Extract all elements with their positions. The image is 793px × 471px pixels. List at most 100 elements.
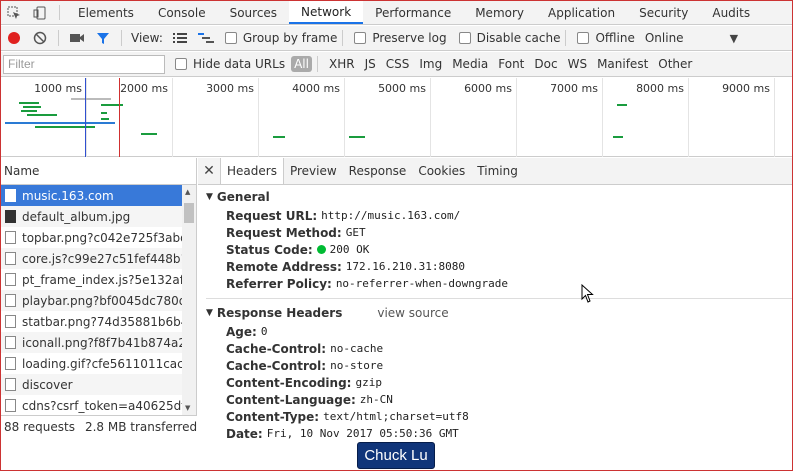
tab-elements[interactable]: Elements (66, 1, 146, 24)
timeline-overview[interactable]: 1000 ms 2000 ms 3000 ms 4000 ms 5000 ms 6000 … (1, 78, 792, 157)
header-value: http://music.163.com/ (321, 209, 461, 222)
scroll-down-icon[interactable]: ▼ (185, 404, 190, 412)
close-details-icon[interactable]: ✕ (198, 158, 220, 184)
request-row[interactable]: default_album.jpg (1, 206, 182, 227)
filter-separator (316, 56, 318, 72)
header-value: Fri, 10 Nov 2017 05:50:36 GMT (266, 427, 459, 440)
filter-type-other[interactable]: Other (658, 57, 692, 71)
header-key: Date: (226, 426, 263, 441)
details-tab-response[interactable]: Response (343, 158, 413, 184)
filter-type-xhr[interactable]: XHR (329, 57, 355, 71)
request-row[interactable]: discover (1, 374, 182, 395)
request-details-panel: ✕ Headers Preview Response Cookies Timing ▼ … (198, 158, 792, 441)
filter-bar: Hide data URLs All XHR JS CSS Img Media Font D… (1, 52, 792, 77)
response-headers-section-header[interactable]: ▼ Response Headers view source (206, 303, 792, 323)
filter-type-js[interactable]: JS (365, 57, 376, 71)
details-tab-preview[interactable]: Preview (284, 158, 343, 184)
details-tab-timing[interactable]: Timing (471, 158, 524, 184)
clear-icon[interactable] (27, 27, 53, 49)
view-source-link[interactable]: view source (377, 306, 448, 320)
request-name: statbar.png?74d35881b6b4fab (22, 314, 182, 329)
general-section-header[interactable]: ▼ General (206, 187, 792, 207)
document-file-icon (5, 336, 16, 349)
header-row: Cache-Control: no-cache (206, 340, 792, 357)
request-row[interactable]: iconall.png?f8f7b41b874a22f6 (1, 332, 182, 353)
timeline-gridline (430, 78, 431, 157)
group-by-frame-checkbox[interactable]: Group by frame (224, 31, 337, 45)
timeline-label: 4000 ms (292, 82, 340, 95)
section-divider (206, 298, 792, 299)
filter-funnel-icon[interactable] (90, 27, 116, 49)
large-rows-icon[interactable] (167, 27, 193, 49)
details-tab-cookies[interactable]: Cookies (412, 158, 471, 184)
tab-separator (59, 5, 60, 20)
filter-input[interactable] (3, 54, 165, 74)
tab-audits[interactable]: Audits (700, 1, 762, 24)
request-name: loading.gif?cfe5611011cacb1d (22, 356, 182, 371)
filter-type-doc[interactable]: Doc (534, 57, 557, 71)
details-tab-headers[interactable]: Headers (220, 158, 284, 184)
throttle-dropdown-arrow-icon[interactable]: ▼ (730, 32, 738, 45)
request-row[interactable]: playbar.png?bf0045dc780de05 (1, 290, 182, 311)
request-row[interactable]: core.js?c99e27c51fef448b1272 (1, 248, 182, 269)
offline-checkbox[interactable]: Offline (577, 31, 635, 45)
disable-cache-checkbox[interactable]: Disable cache (458, 31, 560, 45)
filter-type-font[interactable]: Font (498, 57, 524, 71)
header-row: Remote Address: 172.16.210.31:8080 (206, 258, 792, 275)
timeline-label: 3000 ms (206, 82, 254, 95)
record-icon[interactable] (1, 27, 27, 49)
general-title: General (216, 190, 270, 204)
header-value: GET (345, 226, 366, 239)
filter-type-all[interactable]: All (291, 56, 312, 72)
filter-type-manifest[interactable]: Manifest (597, 57, 648, 71)
document-file-icon (5, 189, 16, 202)
request-list-scrollbar[interactable]: ▲ ▼ (182, 185, 196, 415)
inspect-element-icon[interactable] (1, 1, 27, 24)
filter-type-css[interactable]: CSS (386, 57, 410, 71)
tab-performance[interactable]: Performance (363, 1, 463, 24)
request-row[interactable]: loading.gif?cfe5611011cacb1d (1, 353, 182, 374)
scroll-up-icon[interactable]: ▲ (185, 188, 190, 196)
expand-triangle-icon: ▼ (206, 192, 213, 202)
hide-data-urls-checkbox[interactable]: Hide data URLs (175, 57, 285, 71)
timeline-gridline (688, 78, 689, 157)
transferred-size: 2.8 MB transferred (84, 419, 197, 434)
timeline-label: 6000 ms (464, 82, 512, 95)
tab-security[interactable]: Security (627, 1, 700, 24)
name-column-header[interactable]: Name (1, 158, 196, 185)
tab-memory[interactable]: Memory (463, 1, 536, 24)
request-row[interactable]: music.163.com (1, 185, 182, 206)
filter-type-media[interactable]: Media (452, 57, 488, 71)
timeline-gridline (602, 78, 603, 157)
request-row[interactable]: cdns?csrf_token=a40625dfbe8 (1, 395, 182, 415)
header-value: no-store (330, 359, 384, 372)
header-key: Content-Language: (226, 392, 356, 407)
screenshot-camera-icon[interactable] (64, 27, 90, 49)
chuck-lu-button[interactable]: Chuck Lu (357, 442, 435, 469)
tab-sources[interactable]: Sources (218, 1, 289, 24)
waterfall-overview-icon[interactable] (193, 27, 219, 49)
header-value: no-referrer-when-downgrade (335, 277, 508, 290)
timeline-label: 2000 ms (120, 82, 168, 95)
request-row[interactable]: pt_frame_index.js?5e132af6f24 (1, 269, 182, 290)
header-value: no-cache (330, 342, 384, 355)
request-name: playbar.png?bf0045dc780de05 (22, 293, 182, 308)
preserve-log-checkbox[interactable]: Preserve log (354, 31, 447, 45)
header-row: Content-Encoding: gzip (206, 374, 792, 391)
request-row[interactable]: statbar.png?74d35881b6b4fab (1, 311, 182, 332)
throttle-select[interactable]: Online (645, 31, 684, 45)
device-toolbar-icon[interactable] (27, 1, 53, 24)
checkbox-box (354, 32, 367, 44)
timeline-gridline (86, 78, 87, 157)
request-row[interactable]: topbar.png?c042e725f3abd2b (1, 227, 182, 248)
tab-application[interactable]: Application (536, 1, 627, 24)
filter-type-img[interactable]: Img (419, 57, 442, 71)
filter-type-ws[interactable]: WS (568, 57, 587, 71)
header-row: Date: Fri, 10 Nov 2017 05:50:36 GMT (206, 425, 792, 442)
scroll-thumb[interactable] (184, 203, 194, 223)
header-key: Cache-Control: (226, 341, 327, 356)
checkbox-box (458, 32, 471, 44)
response-headers-title: Response Headers (216, 306, 343, 320)
tab-network[interactable]: Network (289, 1, 364, 24)
tab-console[interactable]: Console (146, 1, 218, 24)
